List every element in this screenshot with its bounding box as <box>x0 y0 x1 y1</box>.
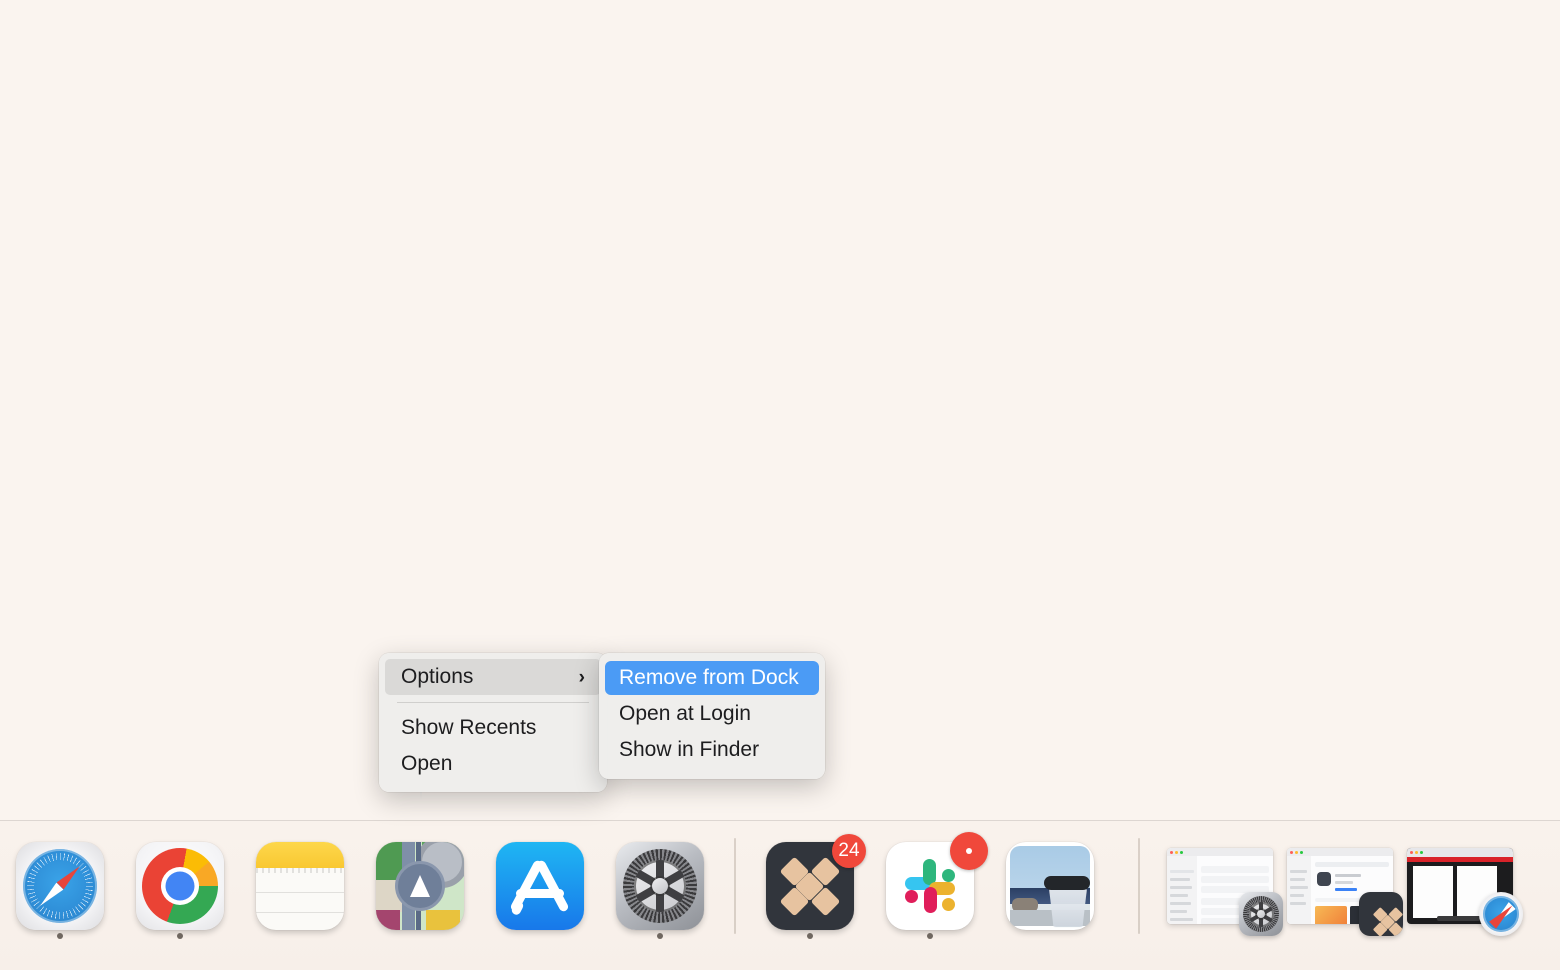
safari-icon <box>1479 892 1523 936</box>
minimized-window-system-settings[interactable] <box>1160 821 1283 951</box>
dock-item-dropbox[interactable]: 24 <box>750 821 870 951</box>
dock-app-group <box>0 821 720 951</box>
running-indicator <box>57 933 63 939</box>
safari-icon[interactable] <box>16 842 104 930</box>
running-indicator <box>927 933 933 939</box>
preview-icon[interactable] <box>1006 842 1094 930</box>
dock-context-menu: Options › Show Recents Open <box>379 653 607 792</box>
menu-divider <box>397 702 589 703</box>
menu-item-label: Show Recents <box>401 716 537 739</box>
chevron-right-icon: › <box>578 666 585 688</box>
running-indicator <box>177 933 183 939</box>
dock-item-maps[interactable] <box>360 821 480 951</box>
menu-item-remove-from-dock[interactable]: Remove from Dock <box>605 661 819 695</box>
options-submenu: Remove from Dock Open at Login Show in F… <box>599 653 825 779</box>
dock-recent-group: 24 <box>750 821 1110 951</box>
chrome-icon[interactable] <box>136 842 224 930</box>
maps-icon[interactable] <box>376 842 464 930</box>
system-settings-icon <box>1239 892 1283 936</box>
dock-separator <box>1138 838 1140 934</box>
dock-item-preview[interactable] <box>990 821 1110 951</box>
menu-item-show-in-finder[interactable]: Show in Finder <box>605 733 819 767</box>
notification-badge: 24 <box>832 834 866 868</box>
menu-item-options[interactable]: Options › <box>385 659 601 695</box>
running-indicator <box>807 933 813 939</box>
dock-item-notes[interactable] <box>240 821 360 951</box>
menu-item-label: Open <box>401 752 453 775</box>
dock: 24 <box>0 820 1560 970</box>
dropbox-icon <box>1359 892 1403 936</box>
dock-minimized-group <box>1160 821 1523 951</box>
notes-icon[interactable] <box>256 842 344 930</box>
dock-strip: 24 <box>0 821 1560 951</box>
app-store-icon[interactable] <box>496 842 584 930</box>
dock-separator <box>734 838 736 934</box>
system-settings-icon[interactable] <box>616 842 704 930</box>
dock-item-slack[interactable] <box>870 821 990 951</box>
notification-dot-badge <box>950 832 988 870</box>
dock-item-app-store[interactable] <box>480 821 600 951</box>
dock-item-system-settings[interactable] <box>600 821 720 951</box>
menu-item-open[interactable]: Open <box>385 746 601 782</box>
running-indicator <box>657 933 663 939</box>
minimized-window-safari[interactable] <box>1400 821 1523 951</box>
dock-item-chrome[interactable] <box>120 821 240 951</box>
dock-item-safari[interactable] <box>0 821 120 951</box>
menu-item-open-at-login[interactable]: Open at Login <box>605 697 819 731</box>
minimized-window-app-store[interactable] <box>1280 821 1403 951</box>
menu-item-label: Options <box>401 665 474 688</box>
menu-item-show-recents[interactable]: Show Recents <box>385 710 601 746</box>
